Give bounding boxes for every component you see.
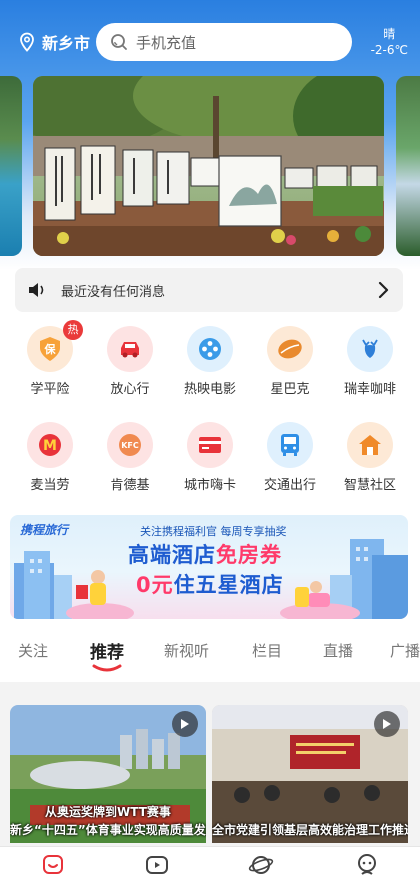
feed-card[interactable]: 从奥运奖牌到WTT赛事 新乡“十四五”体育事业实现高质量发展 xyxy=(10,705,206,843)
feed-card[interactable]: 全市党建引领基层高效能治理工作推进会召开 xyxy=(212,705,408,843)
home-icon xyxy=(347,422,393,468)
service-label: 学平险 xyxy=(30,382,70,397)
ctrip-logo: 携程旅行 xyxy=(20,523,69,537)
notification-bar[interactable]: 最近没有任何消息 xyxy=(15,268,403,312)
chevron-right-icon xyxy=(378,281,389,299)
service-item[interactable]: 城市嗨卡 xyxy=(168,422,252,493)
banner-image[interactable] xyxy=(33,76,384,256)
search-icon xyxy=(111,34,127,50)
weather-widget[interactable]: 晴 -2-6℃ xyxy=(371,26,408,58)
coffee-bean-icon xyxy=(267,326,313,372)
service-item[interactable]: 保 热 学平险 xyxy=(8,320,92,397)
deer-icon xyxy=(347,326,393,372)
active-tab-indicator xyxy=(92,664,122,672)
location-selector[interactable]: 新乡市 xyxy=(18,30,90,54)
service-item[interactable]: KFC 肯德基 xyxy=(88,422,172,493)
content-tabs: 关注 推荐 新视听 栏目 直播 广播 xyxy=(0,632,420,676)
service-label: 智慧社区 xyxy=(343,478,396,493)
top-bar: 新乡市 手机充值 晴 -2-6℃ xyxy=(0,18,420,66)
home-tab-icon[interactable] xyxy=(40,853,66,877)
car-icon xyxy=(107,326,153,372)
video-tab-icon[interactable] xyxy=(144,853,170,877)
shield-icon: 保 热 xyxy=(27,320,83,372)
bus-icon xyxy=(267,422,313,468)
promo-headline-2: 0元住五星酒店 xyxy=(136,573,284,597)
tab-columns[interactable]: 栏目 xyxy=(252,640,282,661)
weather-temperature: -2-6℃ xyxy=(370,43,408,57)
svg-text:保: 保 xyxy=(44,342,57,356)
search-placeholder: 手机充值 xyxy=(136,33,197,52)
service-item[interactable]: 智慧社区 xyxy=(328,422,412,493)
kfc-icon: KFC xyxy=(107,422,153,468)
film-reel-icon xyxy=(187,326,233,372)
service-label: 城市嗨卡 xyxy=(183,478,236,493)
service-label: 肯德基 xyxy=(110,478,150,493)
service-item[interactable]: 星巴克 xyxy=(248,326,332,397)
mcdonalds-icon: M xyxy=(27,422,73,468)
city-name: 新乡市 xyxy=(42,34,91,53)
card-icon xyxy=(187,422,233,468)
service-item[interactable]: 放心行 xyxy=(88,326,172,397)
feed-caption: 从奥运奖牌到WTT赛事 xyxy=(45,805,171,819)
search-bar[interactable]: 手机充值 xyxy=(96,23,352,61)
svg-text:KFC: KFC xyxy=(121,441,139,450)
banner-carousel[interactable] xyxy=(0,76,420,256)
tab-radio[interactable]: 广播 xyxy=(390,640,420,661)
promo-subtitle: 关注携程福利官 每周专享抽奖 xyxy=(140,525,287,538)
service-item[interactable]: 瑞幸咖啡 xyxy=(328,326,412,397)
service-label: 星巴克 xyxy=(270,382,310,397)
location-pin-icon xyxy=(20,32,34,52)
feed-caption: 全市党建引领基层高效能治理工作推进会召开 xyxy=(212,823,408,837)
play-icon xyxy=(172,711,198,737)
service-item[interactable]: 热映电影 xyxy=(168,326,252,397)
hot-badge: 热 xyxy=(63,320,83,340)
service-label: 麦当劳 xyxy=(30,478,70,493)
service-label: 热映电影 xyxy=(183,382,236,397)
banner-next-slide[interactable] xyxy=(396,76,420,256)
tab-recommended[interactable]: 推荐 xyxy=(90,638,124,663)
play-icon xyxy=(374,711,400,737)
bottom-navigation xyxy=(0,846,420,878)
feed-caption: 新乡“十四五”体育事业实现高质量发展 xyxy=(10,823,206,837)
service-label: 瑞幸咖啡 xyxy=(343,382,396,397)
discover-tab-icon[interactable] xyxy=(248,853,274,877)
tab-new-media[interactable]: 新视听 xyxy=(164,640,209,661)
speaker-icon xyxy=(29,283,44,297)
tab-follow[interactable]: 关注 xyxy=(18,640,48,661)
service-label: 交通出行 xyxy=(263,478,316,493)
banner-prev-slide[interactable] xyxy=(0,76,22,256)
svg-text:M: M xyxy=(43,438,57,454)
promo-headline-1: 高端酒店免房券 xyxy=(128,543,282,567)
weather-condition: 晴 xyxy=(383,27,396,41)
service-item[interactable]: 交通出行 xyxy=(248,422,332,493)
promo-banner[interactable]: 携程旅行 关注携程福利官 每周专享抽奖 高端酒店免房券 0元住五星酒店 xyxy=(10,515,408,619)
tab-live[interactable]: 直播 xyxy=(323,640,353,661)
profile-tab-icon[interactable] xyxy=(354,853,380,877)
service-item[interactable]: M 麦当劳 xyxy=(8,422,92,493)
notification-text: 最近没有任何消息 xyxy=(61,284,166,300)
service-label: 放心行 xyxy=(110,382,150,397)
